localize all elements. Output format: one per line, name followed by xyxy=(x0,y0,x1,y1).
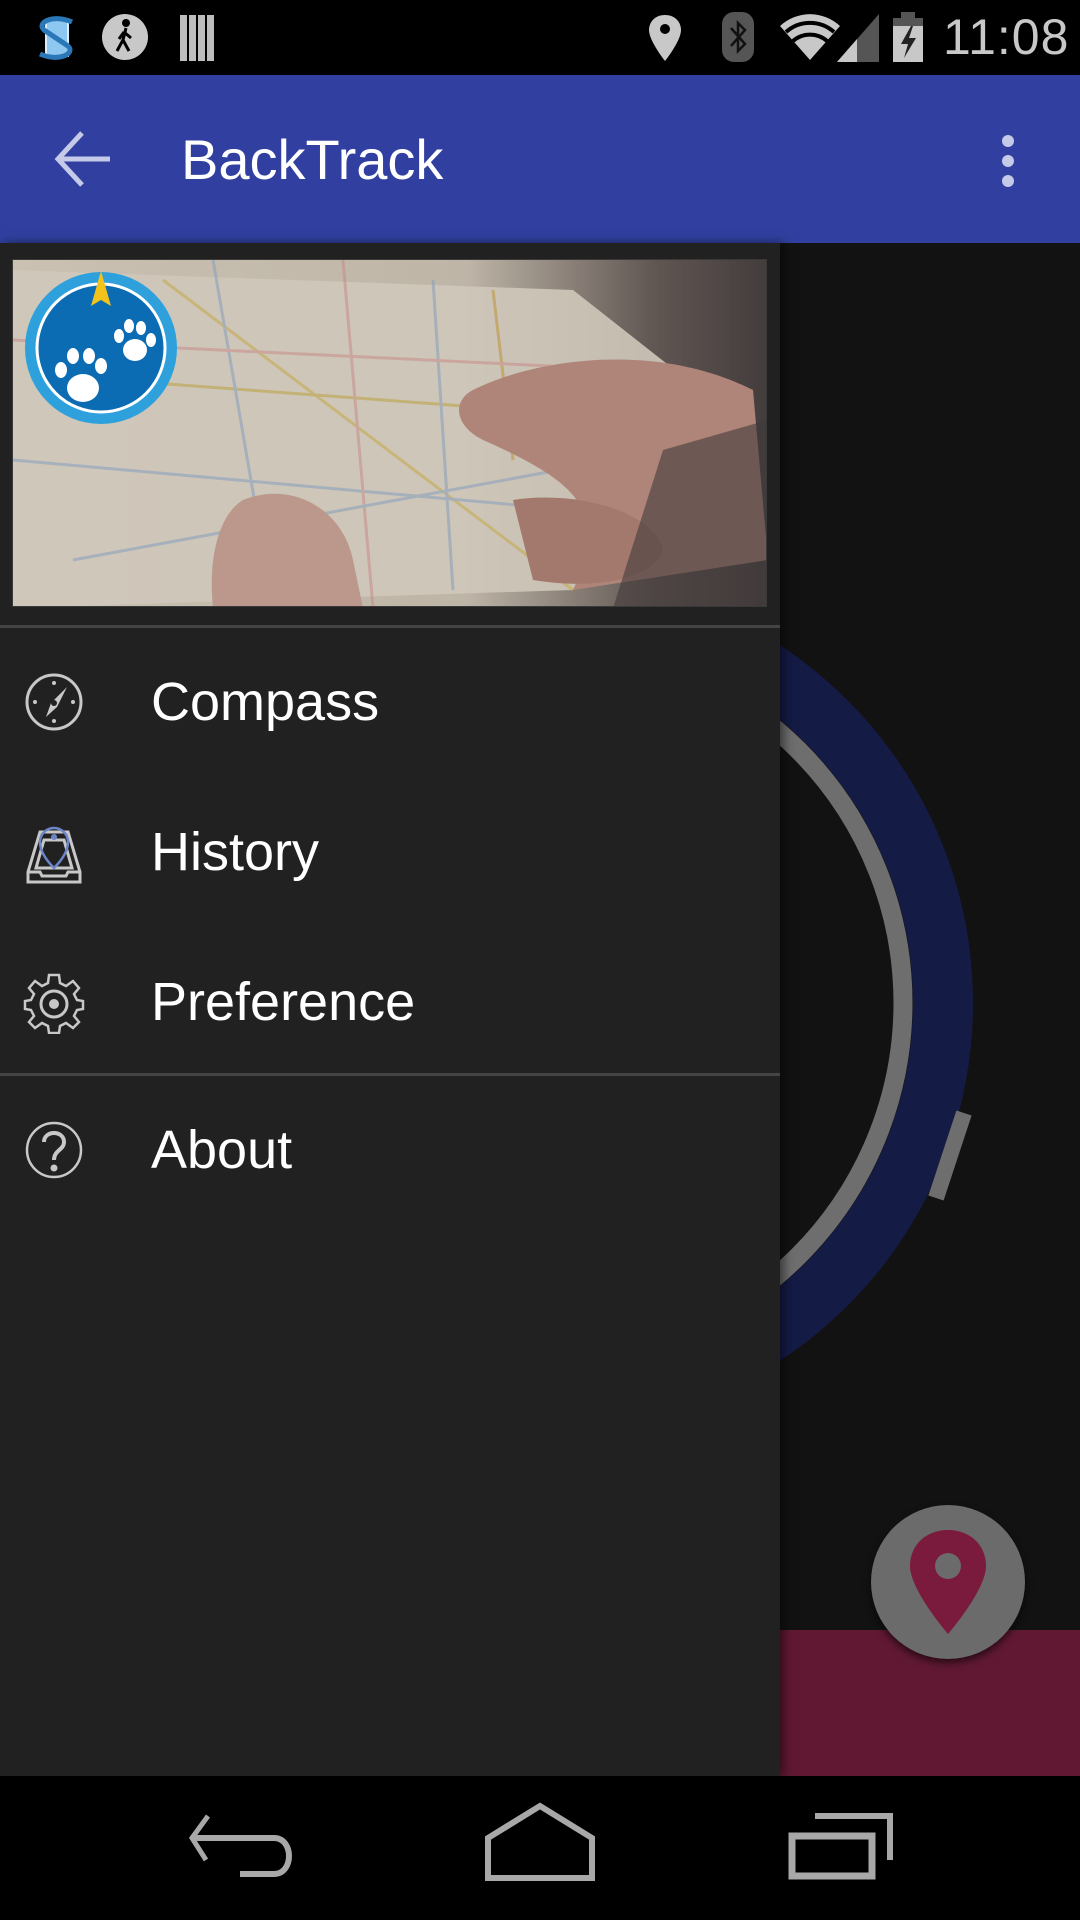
history-icon xyxy=(26,826,82,884)
nav-back-button[interactable] xyxy=(170,1798,310,1898)
bluetooth-icon xyxy=(722,12,754,62)
signal-icon xyxy=(837,14,879,62)
more-vert-icon[interactable] xyxy=(996,133,1020,189)
drawer-item-preference[interactable]: Preference xyxy=(0,927,780,1077)
mark-location-fab[interactable] xyxy=(871,1505,1025,1659)
navigation-drawer: Compass History Preference About xyxy=(0,243,780,1776)
nav-recents-button[interactable] xyxy=(770,1798,910,1898)
drawer-header-image xyxy=(12,259,767,607)
drawer-item-label: Preference xyxy=(151,972,416,1032)
s-app-icon xyxy=(38,16,74,60)
status-bar: 11:08 xyxy=(0,0,1080,75)
app-bar: BackTrack xyxy=(0,75,1080,243)
walking-icon xyxy=(102,14,148,60)
status-time: 11:08 xyxy=(943,9,1070,65)
drawer-item-label: About xyxy=(151,1120,293,1180)
drawer-item-label: History xyxy=(151,822,320,882)
drawer-item-label: Compass xyxy=(151,672,380,732)
wifi-icon xyxy=(780,14,840,60)
barcode-icon xyxy=(180,15,214,61)
paw-compass-logo xyxy=(25,271,177,424)
system-nav-bar xyxy=(0,1776,1080,1920)
app-title: BackTrack xyxy=(181,128,444,191)
arrow-left-icon[interactable] xyxy=(52,129,116,189)
location-pin-icon xyxy=(910,1530,986,1634)
gear-icon xyxy=(23,973,85,1034)
drawer-item-history[interactable]: History xyxy=(0,777,780,927)
location-icon xyxy=(649,15,681,61)
help-icon xyxy=(25,1121,83,1179)
nav-home-button[interactable] xyxy=(470,1798,610,1898)
compass-icon xyxy=(25,673,83,731)
battery-charging-icon xyxy=(893,12,923,62)
drawer-item-compass[interactable]: Compass xyxy=(0,627,780,777)
drawer-item-about[interactable]: About xyxy=(0,1075,780,1225)
